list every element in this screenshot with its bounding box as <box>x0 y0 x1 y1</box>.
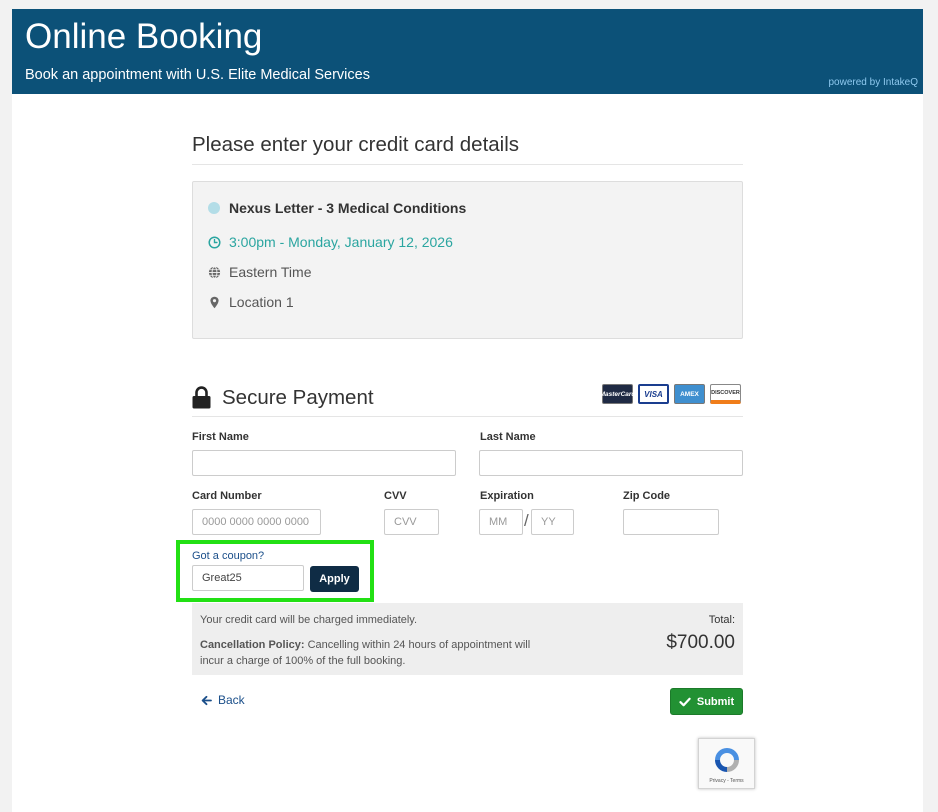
expiration-separator: / <box>524 511 529 530</box>
cvv-input[interactable] <box>384 509 439 535</box>
datetime-row: 3:00pm - Monday, January 12, 2026 <box>208 234 453 250</box>
zip-code-input[interactable] <box>623 509 719 535</box>
appointment-summary: Nexus Letter - 3 Medical Conditions 3:00… <box>192 181 743 339</box>
divider <box>192 416 743 417</box>
back-button[interactable]: Back <box>201 693 245 707</box>
order-totals: Your credit card will be charged immedia… <box>192 603 743 675</box>
mastercard-logo: MasterCard <box>600 384 635 404</box>
recaptcha-icon <box>715 748 739 772</box>
powered-by-link[interactable]: powered by IntakeQ <box>829 77 919 89</box>
total-label: Total: <box>708 614 735 626</box>
card-number-input[interactable] <box>192 509 321 535</box>
service-color-dot <box>208 202 220 214</box>
lock-icon <box>192 386 211 409</box>
apply-coupon-button[interactable]: Apply <box>310 566 359 592</box>
exp-year-input[interactable] <box>531 509 574 535</box>
location-row: Location 1 <box>208 294 294 310</box>
arrow-left-icon <box>201 695 212 705</box>
booking-form: Please enter your credit card details Ne… <box>176 9 755 812</box>
submit-label: Submit <box>696 695 735 708</box>
zip-code-label: Zip Code <box>623 490 671 502</box>
amex-logo: AMEX <box>674 384 705 404</box>
coupon-link[interactable]: Got a coupon? <box>192 550 264 563</box>
divider <box>192 164 743 165</box>
coupon-input[interactable] <box>192 565 304 591</box>
page: Online Booking Book an appointment with … <box>12 9 923 812</box>
recaptcha-badge[interactable]: Privacy - Terms <box>698 738 755 789</box>
appointment-datetime: 3:00pm - Monday, January 12, 2026 <box>229 234 453 250</box>
clock-icon <box>208 235 221 249</box>
check-icon <box>679 697 691 706</box>
first-name-label: First Name <box>192 431 249 443</box>
accepted-cards: MasterCard VISA AMEX DISCOVER <box>600 384 741 404</box>
timezone-row: Eastern Time <box>208 264 311 280</box>
secure-payment-header: Secure Payment MasterCard VISA AMEX DISC… <box>192 383 743 413</box>
policy-label: Cancellation Policy: <box>200 639 305 651</box>
first-name-input[interactable] <box>192 450 456 476</box>
card-details-heading: Please enter your credit card details <box>192 133 520 156</box>
exp-month-input[interactable] <box>479 509 523 535</box>
service-name: Nexus Letter - 3 Medical Conditions <box>229 200 467 216</box>
visa-logo: VISA <box>638 384 669 404</box>
appointment-timezone: Eastern Time <box>229 264 312 280</box>
secure-payment-title: Secure Payment <box>222 386 374 409</box>
back-label: Back <box>218 693 245 707</box>
service-row: Nexus Letter - 3 Medical Conditions <box>208 200 466 216</box>
last-name-input[interactable] <box>479 450 743 476</box>
map-marker-icon <box>210 296 219 308</box>
globe-icon <box>208 265 221 279</box>
discover-logo: DISCOVER <box>710 384 741 404</box>
submit-button[interactable]: Submit <box>670 688 743 715</box>
recaptcha-links[interactable]: Privacy - Terms <box>699 778 754 784</box>
last-name-label: Last Name <box>480 431 536 443</box>
appointment-location: Location 1 <box>229 294 294 310</box>
card-number-label: Card Number <box>192 490 262 502</box>
cancellation-policy: Cancellation Policy: Cancelling within 2… <box>200 637 555 669</box>
total-amount: $700.00 <box>666 632 735 653</box>
cvv-label: CVV <box>384 490 407 502</box>
charge-note: Your credit card will be charged immedia… <box>200 614 418 626</box>
expiration-label: Expiration <box>480 490 534 502</box>
